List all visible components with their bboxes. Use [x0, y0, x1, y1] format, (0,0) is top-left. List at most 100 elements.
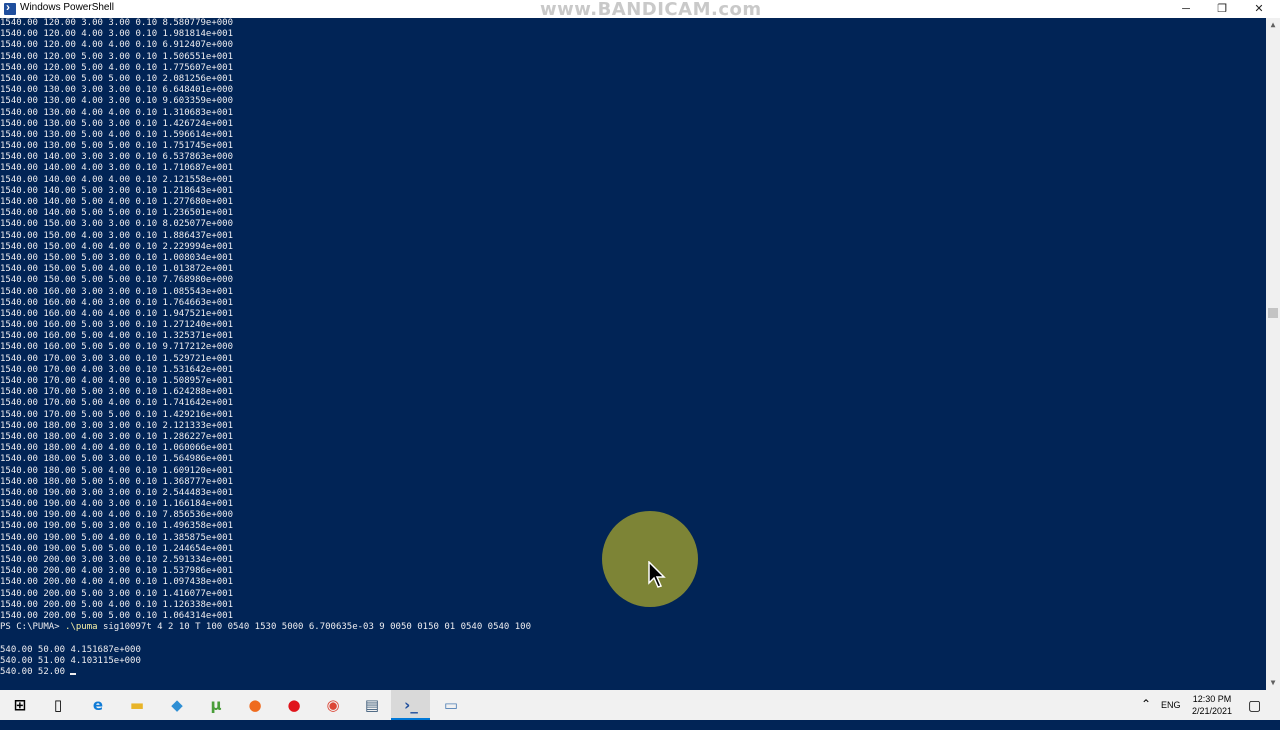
notepad-taskbar-button[interactable]: ▭	[431, 690, 470, 720]
command-line: PS C:\PUMA> .\puma sig10097t 4 2 10 T 10…	[0, 622, 1266, 633]
output-line: 1540.00 180.00 4.00 3.00 0.10 1.286227e+…	[0, 431, 233, 442]
bandicam-record-icon: ●	[287, 696, 301, 714]
task-view-icon: ▯	[53, 696, 63, 714]
output-line: 1540.00 170.00 4.00 4.00 0.10 1.508957e+…	[0, 376, 233, 386]
output-line: 1540.00 150.00 5.00 4.00 0.10 1.013872e+…	[0, 264, 233, 275]
window-title-bar: Windows PowerShell www.BANDICAM.com ─ ❐ …	[0, 0, 1280, 20]
current-line[interactable]: 540.00 52.00	[0, 667, 1266, 678]
output-line: 1540.00 170.00 3.00 3.00 0.10 1.529721e+…	[0, 353, 233, 364]
output-line: 1540.00 140.00 4.00 4.00 0.10 2.121558e+…	[0, 174, 233, 185]
output-line: 1540.00 130.00 4.00 3.00 0.10 9.603359e+…	[0, 96, 233, 107]
result-line: 540.00 50.00 4.151687e+000	[0, 644, 141, 655]
utorrent-taskbar-button[interactable]: µ	[196, 690, 235, 720]
output-line: 1540.00 160.00 3.00 3.00 0.10 1.085543e+…	[0, 286, 233, 297]
output-line: 1540.00 130.00 3.00 3.00 0.10 6.648401e+…	[0, 85, 233, 96]
output-line: 1540.00 160.00 4.00 4.00 0.10 1.947521e+…	[0, 308, 233, 319]
output-line: 1540.00 140.00 5.00 3.00 0.10 1.218643e+…	[0, 185, 233, 196]
task-view-taskbar-button[interactable]: ▯	[38, 690, 77, 720]
text-cursor	[70, 672, 77, 675]
result-line: 540.00 51.00 4.103115e+000	[0, 655, 141, 666]
taskbar-clock[interactable]: 12:30 PM 2/21/2021	[1184, 693, 1240, 717]
output-line: 1540.00 180.00 5.00 3.00 0.10 1.564986e+…	[0, 454, 233, 465]
prompt-text: PS C:\PUMA>	[0, 622, 66, 633]
output-line: 1540.00 160.00 5.00 3.00 0.10 1.271240e+…	[0, 320, 233, 331]
output-line: 1540.00 180.00 5.00 5.00 0.10 1.368777e+…	[0, 476, 233, 487]
window-title: Windows PowerShell	[20, 2, 114, 13]
output-line: 1540.00 190.00 3.00 3.00 0.10 2.544483e+…	[0, 487, 233, 498]
mouse-click-highlight	[602, 511, 698, 607]
clock-time: 12:30 PM	[1192, 694, 1232, 704]
output-line: 1540.00 120.00 3.00 3.00 0.10 8.580779e+…	[0, 18, 233, 28]
output-line: 1540.00 150.00 3.00 3.00 0.10 8.025077e+…	[0, 219, 233, 230]
mouse-pointer-icon	[648, 561, 666, 588]
command-args: sig10097t 4 2 10 T 100 0540 1530 5000 6.…	[97, 622, 532, 633]
output-line: 1540.00 120.00 5.00 5.00 0.10 2.081256e+…	[0, 73, 233, 84]
bandicam-record-taskbar-button[interactable]: ●	[274, 690, 313, 720]
output-line: 1540.00 140.00 3.00 3.00 0.10 6.537863e+…	[0, 152, 233, 163]
output-line: 1540.00 120.00 5.00 4.00 0.10 1.775607e+…	[0, 62, 233, 73]
language-indicator[interactable]: ENG	[1161, 700, 1181, 730]
firefox-taskbar-button[interactable]: ●	[235, 690, 274, 720]
tray-overflow-icon[interactable]: ⌃	[1141, 697, 1151, 727]
output-line: 1540.00 170.00 5.00 3.00 0.10 1.624288e+…	[0, 387, 233, 398]
output-line: 1540.00 160.00 5.00 5.00 0.10 9.717212e+…	[0, 342, 233, 353]
vscode-taskbar-button[interactable]: ◆	[157, 690, 196, 720]
current-line-text: 540.00 52.00	[0, 666, 71, 677]
result-lines: 540.00 50.00 4.151687e+000 540.00 51.00 4…	[0, 645, 1266, 667]
output-line: 1540.00 130.00 5.00 3.00 0.10 1.426724e+…	[0, 118, 233, 129]
output-line: 1540.00 130.00 5.00 5.00 0.10 1.751745e+…	[0, 141, 233, 152]
notepad-icon: ▭	[443, 696, 459, 714]
bandicam-watermark: www.BANDICAM.com	[540, 0, 762, 20]
vertical-scrollbar[interactable]: ▲ ▼	[1266, 18, 1280, 690]
edge-taskbar-button[interactable]: e	[78, 690, 117, 720]
output-line: 1540.00 160.00 5.00 4.00 0.10 1.325371e+…	[0, 331, 233, 342]
app-icon: ▤	[364, 696, 380, 714]
notification-icon[interactable]: ▢	[1248, 697, 1261, 727]
output-line: 1540.00 150.00 5.00 5.00 0.10 7.768980e+…	[0, 275, 233, 286]
utorrent-icon: µ	[210, 696, 222, 714]
vscode-icon: ◆	[171, 696, 183, 714]
chrome-taskbar-button[interactable]: ◉	[313, 690, 352, 720]
minimize-button[interactable]: ─	[1168, 0, 1204, 18]
output-line: 1540.00 130.00 5.00 4.00 0.10 1.596614e+…	[0, 129, 233, 140]
output-line: 1540.00 120.00 5.00 3.00 0.10 1.506551e+…	[0, 51, 233, 62]
firefox-icon: ●	[248, 696, 262, 714]
output-line: 1540.00 140.00 5.00 4.00 0.10 1.277680e+…	[0, 197, 233, 207]
output-line: 1540.00 140.00 4.00 3.00 0.10 1.710687e+…	[0, 163, 233, 174]
start-icon: ⊞	[13, 696, 27, 714]
output-line: 1540.00 180.00 3.00 3.00 0.10 2.121333e+…	[0, 420, 233, 431]
start-taskbar-button[interactable]: ⊞	[0, 690, 39, 720]
maximize-button[interactable]: ❐	[1204, 0, 1240, 18]
output-line: 1540.00 180.00 4.00 4.00 0.10 1.060066e+…	[0, 443, 233, 454]
file-explorer-taskbar-button[interactable]: ▬	[117, 690, 156, 720]
powershell-icon: ›_	[404, 696, 418, 714]
output-line: 1540.00 160.00 4.00 3.00 0.10 1.764663e+…	[0, 297, 233, 308]
taskbar: ⊞ ▯ e ▬ ◆ µ ● ● ◉ ▤ ›_ ▭ ⌃ ENG 12:30 PM 2/21/2021 ▢	[0, 690, 1280, 720]
scroll-down-icon[interactable]: ▼	[1266, 676, 1280, 690]
clock-date: 2/21/2021	[1191, 706, 1233, 716]
output-line: 1540.00 180.00 5.00 4.00 0.10 1.609120e+…	[0, 465, 233, 476]
file-explorer-icon: ▬	[129, 696, 145, 714]
output-line: 1540.00 140.00 5.00 5.00 0.10 1.236501e+…	[0, 208, 233, 219]
output-line: 1540.00 130.00 4.00 4.00 0.10 1.310683e+…	[0, 107, 233, 118]
output-line: 1540.00 120.00 4.00 4.00 0.10 6.912407e+…	[0, 40, 233, 51]
powershell-taskbar-button[interactable]: ›_	[391, 690, 430, 720]
edge-icon: e	[92, 696, 104, 714]
output-line: 1540.00 150.00 4.00 3.00 0.10 1.886437e+…	[0, 230, 233, 241]
output-line: 1540.00 170.00 5.00 5.00 0.10 1.429216e+…	[0, 409, 233, 420]
scroll-thumb[interactable]	[1268, 308, 1278, 318]
output-line: 1540.00 190.00 4.00 3.00 0.10 1.166184e+…	[0, 499, 233, 510]
output-line: 1540.00 120.00 4.00 3.00 0.10 1.981814e+…	[0, 29, 233, 40]
close-button[interactable]: ✕	[1241, 0, 1277, 18]
command-name: .\puma	[65, 622, 98, 633]
output-line: 1540.00 170.00 5.00 4.00 0.10 1.741642e+…	[0, 398, 233, 409]
chrome-icon: ◉	[326, 696, 340, 714]
scroll-up-icon[interactable]: ▲	[1266, 18, 1280, 32]
output-line: 1540.00 150.00 4.00 4.00 0.10 2.229994e+…	[0, 241, 233, 252]
output-line: 1540.00 200.00 5.00 5.00 0.10 1.064314e+…	[0, 610, 233, 621]
output-line: 1540.00 150.00 5.00 3.00 0.10 1.008034e+…	[0, 252, 233, 263]
output-line: 1540.00 170.00 4.00 3.00 0.10 1.531642e+…	[0, 364, 233, 375]
app-taskbar-button[interactable]: ▤	[352, 690, 391, 720]
powershell-app-icon	[4, 0, 16, 15]
